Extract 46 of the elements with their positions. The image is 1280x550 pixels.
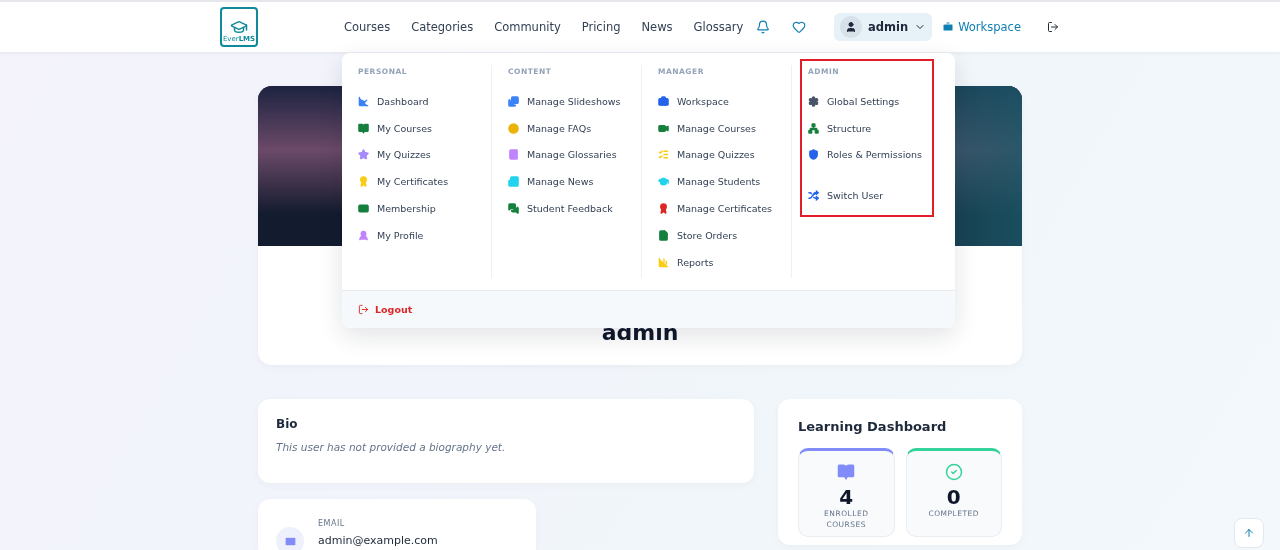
menu-item[interactable]: Manage Courses: [658, 114, 775, 142]
menu-item[interactable]: My Quizzes: [358, 141, 475, 169]
email-value: admin@example.com: [318, 534, 438, 547]
mail-icon: [276, 527, 304, 550]
menu-item[interactable]: Structure: [808, 114, 926, 142]
menu-item[interactable]: Membership: [358, 195, 475, 222]
logout-icon: [358, 303, 369, 315]
email-label: EMAIL: [318, 519, 346, 528]
book-icon: [837, 463, 856, 481]
menu-item[interactable]: My Courses: [358, 114, 475, 142]
menu-item[interactable]: Manage Slideshows: [508, 88, 625, 115]
user-menu-button[interactable]: admin: [834, 13, 933, 41]
briefcase-icon: [942, 21, 955, 33]
menu-item[interactable]: Manage Certificates: [658, 195, 775, 222]
stat-value: 0: [946, 485, 961, 509]
arrow-up-icon: [1243, 527, 1255, 539]
menu-item[interactable]: Manage News: [508, 168, 625, 196]
bio-text: This user has not provided a biography yet.: [276, 441, 507, 453]
menu-item[interactable]: Switch User: [808, 182, 926, 210]
stat-value: 4: [839, 485, 854, 509]
check-icon: [944, 463, 963, 481]
logout-link[interactable]: Logout: [358, 303, 413, 315]
profile-name: admin: [601, 320, 679, 345]
menu-item[interactable]: Manage FAQs: [508, 114, 625, 142]
menu-item[interactable]: Reports: [658, 248, 775, 276]
nav-link[interactable]: Pricing: [581, 20, 621, 34]
menu-item[interactable]: My Profile: [358, 222, 475, 249]
menu-item[interactable]: Store Orders: [658, 222, 775, 249]
workspace-link[interactable]: Workspace: [942, 20, 1021, 34]
bio-title: Bio: [276, 417, 299, 431]
menu-item[interactable]: Manage Quizzes: [658, 141, 775, 169]
nav-link[interactable]: Courses: [344, 20, 391, 34]
menu-item[interactable]: Roles & Permissions: [808, 141, 926, 169]
menu-item[interactable]: Workspace: [658, 88, 775, 115]
menu-item[interactable]: Manage Students: [658, 168, 775, 196]
menu-item[interactable]: Global Settings: [808, 88, 926, 115]
nav-link[interactable]: News: [641, 20, 673, 34]
nav-link[interactable]: Community: [494, 20, 561, 34]
dashboard-title: Learning Dashboard: [798, 419, 948, 434]
menu-item[interactable]: Student Feedback: [508, 195, 625, 222]
menu-item[interactable]: My Certificates: [358, 168, 475, 196]
user-icon: [840, 16, 863, 38]
nav-link[interactable]: Categories: [411, 20, 474, 34]
nav-link[interactable]: Glossary: [693, 20, 744, 34]
menu-item[interactable]: Manage Glossaries: [508, 141, 625, 169]
menu-item[interactable]: Dashboard: [358, 88, 475, 115]
